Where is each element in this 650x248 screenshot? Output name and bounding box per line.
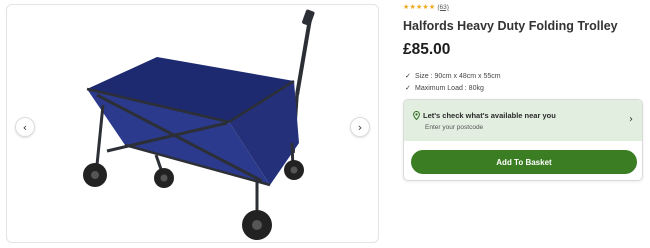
- trolley-wheel-hub: [160, 174, 168, 182]
- product-title: Halfords Heavy Duty Folding Trolley: [403, 19, 618, 33]
- trolley-wheel-hub: [91, 171, 99, 179]
- product-specs: ✓ Size : 90cm x 48cm x 55cm ✓ Maximum Lo…: [405, 70, 501, 94]
- product-rating[interactable]: ★★★★★ (63): [403, 3, 449, 11]
- chevron-right-icon: ›: [629, 114, 633, 125]
- review-count-link[interactable]: (63): [437, 4, 449, 11]
- check-icon: ✓: [405, 72, 411, 80]
- spec-item: ✓ Maximum Load : 80kg: [405, 82, 501, 94]
- previous-image-button[interactable]: ‹: [15, 117, 35, 137]
- add-to-basket-button[interactable]: Add To Basket: [411, 150, 637, 174]
- next-image-button[interactable]: ›: [350, 117, 370, 137]
- spec-item: ✓ Size : 90cm x 48cm x 55cm: [405, 70, 501, 82]
- location-pin-icon: [413, 111, 420, 120]
- chevron-left-icon: ‹: [22, 120, 28, 134]
- star-rating-icon: ★★★★★: [403, 3, 436, 11]
- stock-checker-title: Let's check what's available near you: [423, 111, 556, 120]
- postcode-prompt: Enter your postcode: [425, 124, 484, 131]
- trolley-handle-bar: [295, 18, 312, 96]
- trolley-frame-leg: [95, 104, 105, 166]
- check-availability-button[interactable]: Let's check what's available near you En…: [404, 100, 642, 141]
- product-image-gallery: ‹ ›: [6, 4, 379, 243]
- trolley-wheel-hub: [290, 166, 298, 174]
- chevron-right-icon: ›: [357, 120, 363, 134]
- product-image: [83, 9, 315, 240]
- spec-text: Size : 90cm x 48cm x 55cm: [415, 72, 501, 80]
- spec-text: Maximum Load : 80kg: [415, 84, 484, 92]
- stock-checker-card: Let's check what's available near you En…: [403, 99, 643, 181]
- check-icon: ✓: [405, 84, 411, 92]
- product-price: £85.00: [403, 41, 451, 58]
- trolley-wheel-hub: [252, 220, 262, 230]
